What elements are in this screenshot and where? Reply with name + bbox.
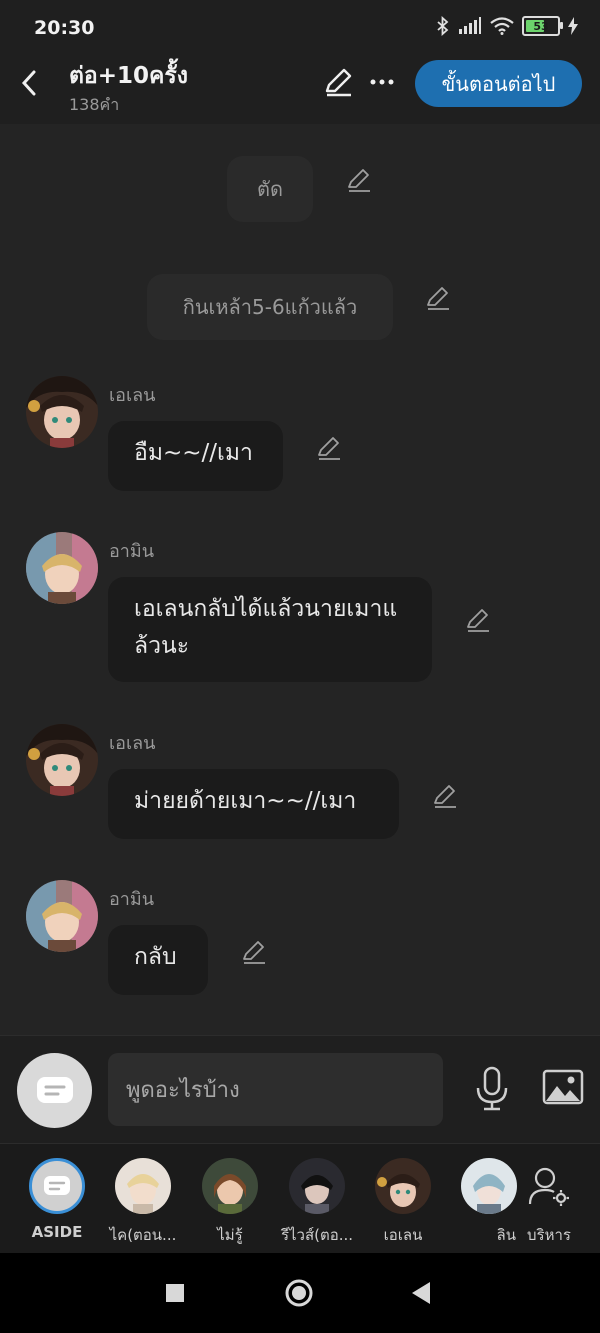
avatar[interactable] <box>26 376 98 448</box>
character-item[interactable]: ไค(ตอน... <box>98 1144 188 1247</box>
character-label: ไค(ตอน... <box>109 1226 177 1244</box>
edit-pencil-icon <box>325 68 352 97</box>
story-title: ต่อ+10ครั้ง <box>69 63 188 89</box>
character-label: ASIDE <box>31 1223 83 1241</box>
message-input-placeholder: พูดอะไรบ้าง <box>126 1078 240 1103</box>
character-label: เอเลน <box>383 1226 423 1244</box>
edit-title-button[interactable] <box>322 66 354 98</box>
dialogue-text: ม่ายยด้ายเมา~~//เมา <box>134 788 357 814</box>
edit-pencil-icon[interactable] <box>240 938 268 966</box>
character-label: รีไวส์(ตอ... <box>280 1226 354 1244</box>
avatar[interactable] <box>26 724 98 796</box>
charging-icon <box>568 17 578 35</box>
next-step-button[interactable]: ขั้นตอนต่อไป <box>415 60 582 107</box>
aside-toggle-button[interactable] <box>17 1053 92 1128</box>
character-label: บริหาร <box>527 1226 571 1244</box>
narration-bubble[interactable]: กินเหล้า5-6แก้วแล้ว <box>147 274 393 340</box>
wifi-icon <box>490 17 514 35</box>
composer-bar: พูดอะไรบ้าง <box>0 1035 600 1144</box>
character-label: ไม่รู้ <box>217 1226 243 1244</box>
character-item[interactable]: เอเลน <box>358 1144 448 1247</box>
back-button[interactable] <box>14 66 44 100</box>
speaker-name: อามิน <box>109 541 155 562</box>
narration-text: กินเหล้า5-6แก้วแล้ว <box>182 295 358 319</box>
signal-icon <box>459 17 481 34</box>
character-aside[interactable]: ASIDE <box>12 1144 102 1241</box>
avatar[interactable] <box>26 880 98 952</box>
speaker-name: เอเลน <box>109 733 156 754</box>
square-nav-icon[interactable] <box>165 1283 185 1303</box>
narration-bubble[interactable]: ตัด <box>227 156 313 222</box>
bluetooth-icon <box>437 16 449 36</box>
speaker-name: เอเลน <box>109 385 156 406</box>
more-options-button[interactable] <box>368 66 396 98</box>
dialogue-bubble[interactable]: อืม~~//เมา <box>108 421 283 491</box>
status-time: 20:30 <box>34 17 95 39</box>
word-count: 138คำ <box>69 95 120 114</box>
dialogue-text: อืม~~//เมา <box>134 440 253 466</box>
manage-user-gear-icon <box>528 1167 569 1206</box>
chat-bubble-icon <box>36 1076 73 1103</box>
character-avatar <box>115 1158 171 1214</box>
chat-bubble-icon <box>44 1176 70 1195</box>
microphone-icon <box>476 1066 508 1111</box>
edit-pencil-icon[interactable] <box>431 782 459 810</box>
dialogue-text: กลับ <box>134 944 177 970</box>
image-button[interactable] <box>542 1069 584 1107</box>
battery-indicator: 53 <box>522 16 563 36</box>
back-arrow-icon <box>21 70 36 96</box>
manage-characters-button[interactable]: บริหาร <box>504 1144 594 1247</box>
character-avatar <box>202 1158 258 1214</box>
dialogue-bubble[interactable]: เอเลนกลับได้แล้วนายเมาแล้วนะ <box>108 577 432 682</box>
message-input[interactable]: พูดอะไรบ้าง <box>108 1053 443 1126</box>
status-icons: 53 <box>436 16 578 36</box>
edit-pencil-icon[interactable] <box>424 284 452 312</box>
aside-avatar <box>29 1158 85 1214</box>
character-item[interactable]: ไม่รู้ <box>185 1144 275 1247</box>
speaker-name: อามิน <box>109 889 155 910</box>
system-navigation-bar <box>0 1253 600 1333</box>
dialogue-bubble[interactable]: ม่ายยด้ายเมา~~//เมา <box>108 769 399 839</box>
triangle-back-nav-icon[interactable] <box>410 1281 432 1305</box>
avatar[interactable] <box>26 532 98 604</box>
image-icon <box>542 1069 584 1105</box>
character-item[interactable]: รีไวส์(ตอ... <box>272 1144 362 1247</box>
more-dots-icon <box>370 79 394 85</box>
voice-button[interactable] <box>474 1066 510 1112</box>
status-bar: 20:30 53 <box>0 0 600 58</box>
dialogue-text: เอเลนกลับได้แล้วนายเมาแล้วนะ <box>134 596 398 659</box>
edit-pencil-icon[interactable] <box>464 606 492 634</box>
character-selector: ASIDE ไค(ตอน... ไม่รู้ รีไวส์(ตอ... เอเล… <box>0 1143 600 1254</box>
edit-pencil-icon[interactable] <box>345 166 373 194</box>
character-avatar <box>289 1158 345 1214</box>
character-avatar <box>375 1158 431 1214</box>
dialogue-bubble[interactable]: กลับ <box>108 925 208 995</box>
edit-pencil-icon[interactable] <box>315 434 343 462</box>
battery-level: 53 <box>533 19 549 33</box>
story-header: ต่อ+10ครั้ง 138คำ ขั้นตอนต่อไป <box>0 58 600 124</box>
narration-text: ตัด <box>257 177 283 201</box>
circle-nav-icon[interactable] <box>284 1278 314 1308</box>
